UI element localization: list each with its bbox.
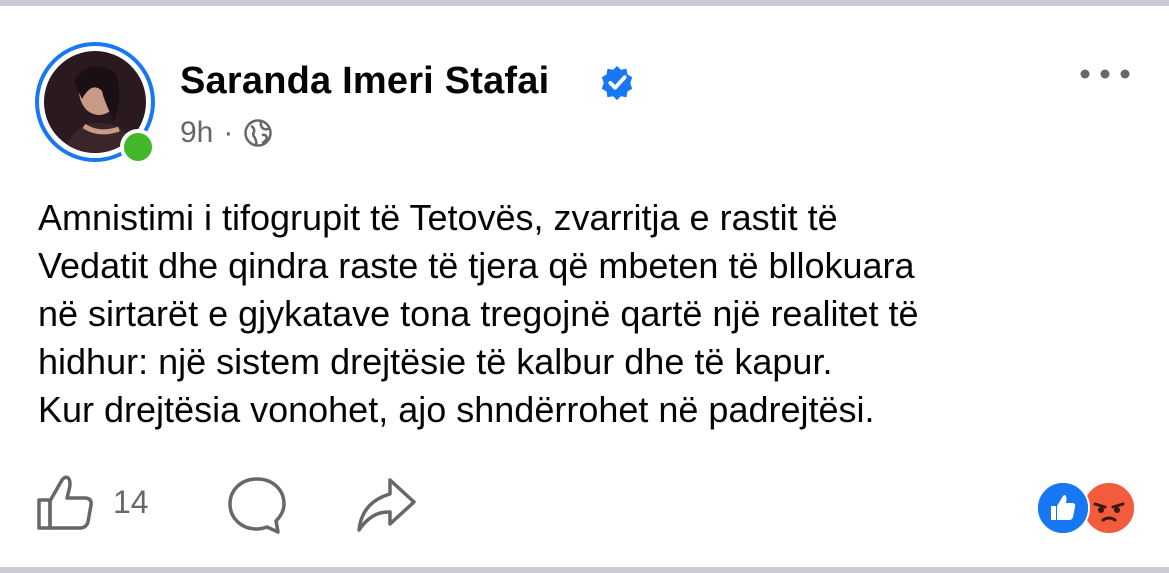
post-body-line: Amnistimi i tifogrupit të Tetovës, zvarr… (38, 197, 838, 238)
share-button-icon[interactable] (354, 474, 418, 534)
verified-badge-icon (601, 65, 633, 101)
angry-reaction-icon (1082, 481, 1136, 535)
post-body: Amnistimi i tifogrupit të Tetovës, zvarr… (38, 194, 1138, 434)
author-name[interactable]: Saranda Imeri Stafai (180, 60, 549, 103)
post-body-line: Vedatit dhe qindra raste të tjera që mbe… (38, 245, 915, 286)
facebook-post: Saranda Imeri Stafai 9h · Amnistimi i ti… (0, 6, 1169, 567)
like-reaction-icon (1036, 481, 1090, 535)
more-options-icon[interactable] (1075, 62, 1135, 86)
bottom-divider (0, 567, 1169, 573)
post-time[interactable]: 9h (180, 116, 213, 150)
post-meta: 9h · (180, 116, 273, 150)
like-button-icon[interactable] (36, 472, 96, 532)
comment-button-icon[interactable] (226, 474, 288, 536)
post-body-line: Kur drejtësia vonohet, ajo shndërrohet n… (38, 389, 875, 430)
post-body-line: në sirtarët e gjykatave tona tregojnë qa… (38, 293, 919, 334)
like-count[interactable]: 14 (113, 484, 149, 521)
globe-icon (244, 119, 273, 147)
meta-separator: · (223, 116, 234, 149)
post-body-line: hidhur: një sistem drejtësie të kalbur d… (38, 341, 833, 382)
online-status-dot (120, 129, 156, 165)
reaction-summary[interactable] (1036, 481, 1136, 535)
avatar[interactable] (35, 42, 156, 165)
